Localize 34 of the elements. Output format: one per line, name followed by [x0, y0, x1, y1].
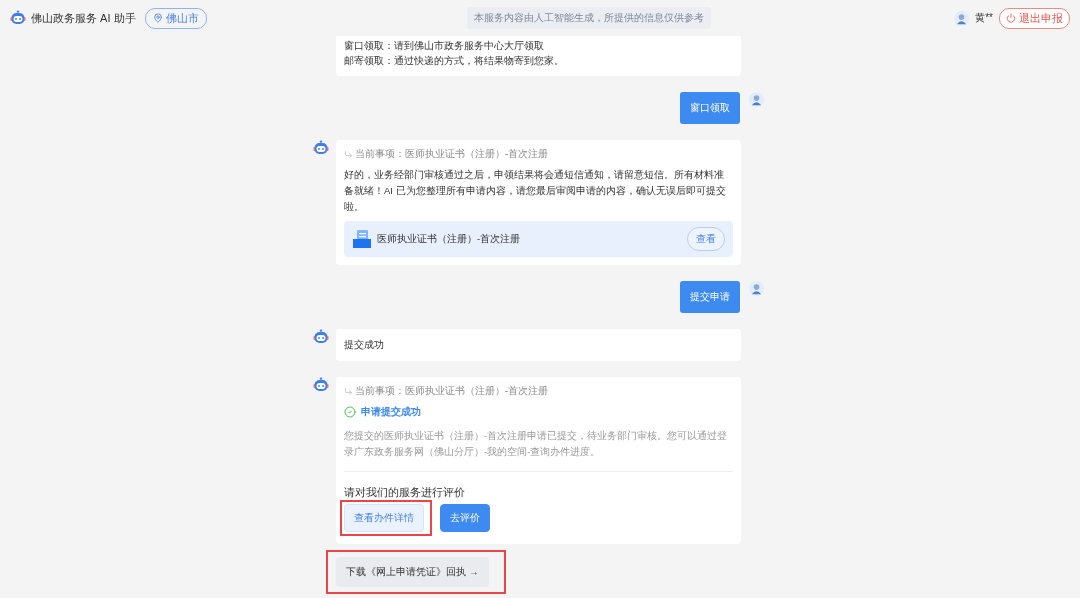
document-tray-icon [352, 229, 372, 249]
power-icon [1006, 13, 1016, 23]
message-text: 提交成功 [344, 338, 385, 352]
exit-button[interactable]: 退出申报 [999, 7, 1070, 29]
user-avatar-icon [749, 281, 764, 296]
city-selector[interactable]: 佛山市 [144, 7, 207, 29]
message-text: 好的，业务经部门审核通过之后，申领结果将会通短信通知，请留意短信。所有材料准备就绪！AI 已为您整理所有申请内容，请您最后审阅申请的内容，确认无误后即可提交啦。 [344, 168, 727, 214]
download-button[interactable]: 下载《网上申请凭证》回执 → [336, 557, 489, 587]
details-button[interactable]: 查看办件详情 [344, 504, 424, 532]
corner-arrow-icon [344, 149, 353, 159]
topic-text: 当前事项：医师执业证书（注册）-首次注册 [355, 385, 549, 397]
robot-avatar-icon [313, 329, 329, 345]
user-name: 黄** [975, 11, 993, 25]
view-button[interactable]: 查看 [687, 227, 725, 251]
location-pin-icon [152, 13, 163, 23]
ai-notice: 本服务内容由人工智能生成，所提供的信息仅供参考 [466, 7, 711, 29]
rating-prompt: 请对我们的服务进行评价 [344, 485, 466, 500]
app-title: 佛山政务服务 AI 助手 [31, 10, 136, 26]
user-message: 窗口领取 [680, 92, 740, 124]
user-avatar-icon [749, 92, 764, 107]
document-title: 医师执业证书（注册）-首次注册 [377, 232, 521, 246]
topic-text: 当前事项：医师执业证书（注册）-首次注册 [355, 148, 549, 160]
message-text: 窗口领取：请到佛山市政务服务中心大厅领取 [344, 39, 545, 53]
user-avatar-icon [954, 10, 970, 26]
message-text: 您提交的医师执业证书（注册）-首次注册申请已提交，待业务部门审核。您可以通过登录广东政务服务网（佛山分厅）-我的空间-查询办件进度。 [344, 429, 729, 459]
robot-avatar-icon [313, 377, 329, 393]
rate-button[interactable]: 去评价 [440, 504, 490, 532]
robot-avatar-icon [313, 140, 329, 156]
robot-avatar-icon [10, 10, 26, 26]
corner-arrow-icon [344, 386, 353, 396]
user-message: 提交申请 [680, 281, 740, 313]
check-circle-icon [344, 406, 356, 418]
message-text: 邮寄领取：通过快递的方式，将结果物寄到您家。 [344, 54, 565, 68]
status-title: 申请提交成功 [361, 405, 421, 419]
